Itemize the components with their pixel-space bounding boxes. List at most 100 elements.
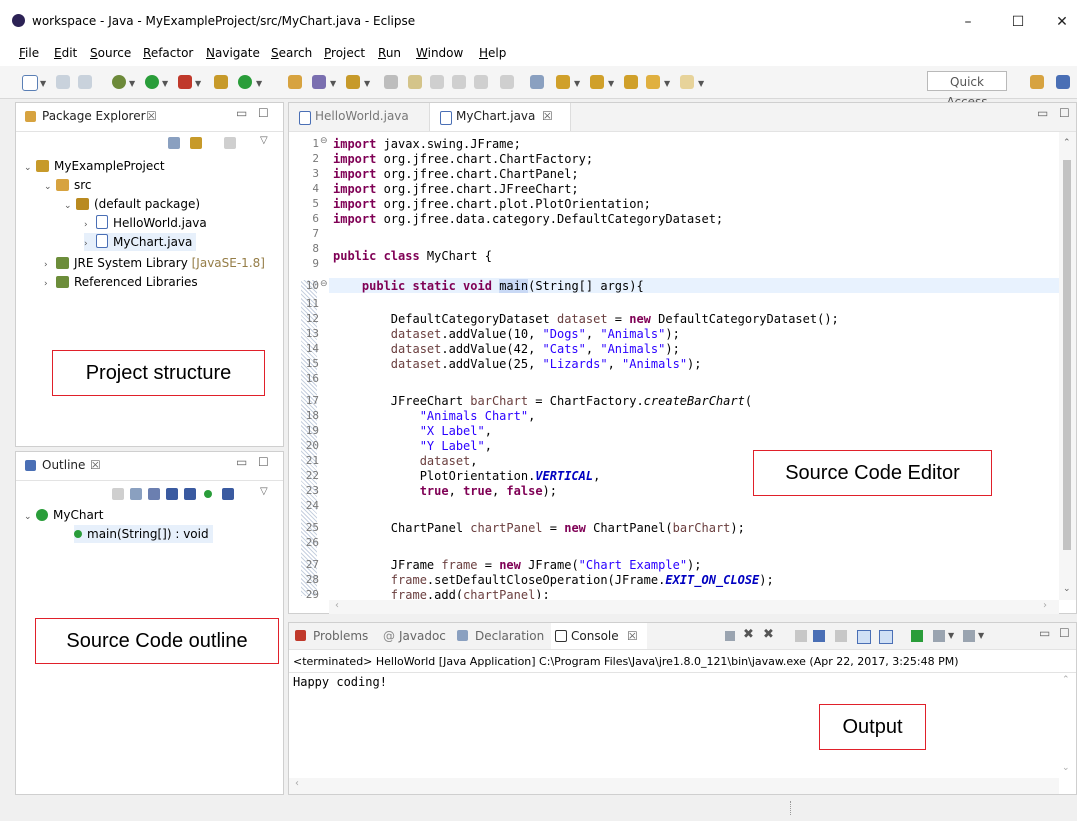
close-icon[interactable]: ☒	[542, 109, 553, 123]
fold-icon[interactable]: ⊖	[320, 279, 328, 289]
chevron-down-icon[interactable]: ▼	[608, 79, 614, 88]
menu-run[interactable]: Run	[378, 46, 401, 60]
fold-icon[interactable]: ⊖	[320, 136, 328, 146]
new-icon[interactable]	[22, 75, 38, 91]
word-wrap-icon[interactable]	[835, 630, 847, 642]
open-console-icon[interactable]	[963, 630, 975, 642]
search-icon[interactable]	[312, 75, 326, 89]
block-selection-icon[interactable]	[430, 75, 444, 89]
chevron-down-icon[interactable]: ⌄	[64, 197, 76, 215]
view-menu-icon[interactable]: ▽	[260, 135, 268, 146]
tab-declaration[interactable]: Declaration	[455, 623, 547, 649]
tab-problems[interactable]: Problems	[293, 623, 375, 649]
tree-item-default-package[interactable]: ⌄ (default package)	[64, 195, 200, 213]
chevron-down-icon[interactable]: ⌄	[24, 508, 36, 526]
tab-console[interactable]: Console ☒	[551, 623, 647, 649]
close-button[interactable]: ✕	[1042, 10, 1077, 34]
link-with-editor-icon[interactable]	[190, 137, 202, 149]
show-on-stdout-icon[interactable]	[857, 630, 871, 644]
remove-all-launches-icon[interactable]: ✖	[763, 627, 774, 642]
vertical-scrollbar[interactable]: ⌃ ⌄	[1059, 132, 1076, 600]
new-java-package-icon[interactable]	[214, 75, 228, 89]
menu-refactor[interactable]: Refactor	[143, 46, 193, 60]
show-on-stderr-icon[interactable]	[879, 630, 893, 644]
tree-item-src[interactable]: ⌄ src	[44, 176, 92, 194]
view-menu-icon[interactable]: ▽	[260, 486, 268, 497]
chevron-down-icon[interactable]: ▼	[364, 79, 370, 88]
new-java-class-icon[interactable]	[238, 75, 252, 89]
collapse-all-icon[interactable]	[130, 488, 142, 500]
chevron-down-icon[interactable]: ▼	[574, 79, 580, 88]
close-icon[interactable]: ☒	[146, 109, 157, 123]
show-whitespace-icon[interactable]	[474, 75, 488, 89]
forward-icon[interactable]	[680, 75, 694, 89]
word-wrap-icon[interactable]	[452, 75, 466, 89]
tab-javadoc[interactable]: @ Javadoc	[381, 623, 451, 649]
scroll-up-icon[interactable]: ⌃	[1063, 138, 1071, 148]
chevron-down-icon[interactable]: ▼	[330, 79, 336, 88]
hide-static-icon[interactable]	[184, 488, 196, 500]
pin-console-icon[interactable]	[911, 630, 923, 642]
menu-file[interactable]: File	[19, 46, 39, 60]
next-annotation-icon[interactable]	[556, 75, 570, 89]
chevron-down-icon[interactable]: ▼	[948, 631, 954, 640]
console-output[interactable]: Happy coding!	[293, 675, 387, 689]
menu-window[interactable]: Window	[416, 46, 463, 60]
maximize-view-icon[interactable]: ☐	[1059, 106, 1070, 120]
toggle-mark-icon[interactable]	[384, 75, 398, 89]
display-console-icon[interactable]	[933, 630, 945, 642]
chevron-down-icon[interactable]: ▼	[256, 79, 262, 88]
minimize-view-icon[interactable]: ▭	[1037, 106, 1048, 120]
sort-icon[interactable]	[148, 488, 160, 500]
hide-non-public-icon[interactable]	[204, 490, 212, 498]
chevron-down-icon[interactable]: ⌄	[24, 159, 36, 177]
source-code-text[interactable]: import javax.swing.JFrame; import org.jf…	[333, 137, 1063, 599]
chevron-down-icon[interactable]: ⌄	[44, 178, 56, 196]
editor-tab-helloworld[interactable]: HelloWorld.java	[289, 103, 429, 131]
quick-access-field[interactable]: Quick Access	[927, 71, 1007, 109]
save-all-icon[interactable]	[78, 75, 92, 89]
focus-icon[interactable]	[224, 137, 236, 149]
close-icon[interactable]: ☒	[627, 629, 638, 643]
scroll-down-icon[interactable]: ⌄	[1062, 763, 1070, 773]
outline-method-item[interactable]: main(String[]) : void	[74, 525, 213, 543]
run-icon[interactable]	[145, 75, 159, 89]
chevron-down-icon[interactable]: ▼	[162, 79, 168, 88]
chevron-right-icon[interactable]: ›	[84, 235, 96, 253]
horizontal-scrollbar[interactable]: ‹	[289, 778, 1059, 794]
tree-item-project[interactable]: ⌄ MyExampleProject	[24, 157, 165, 175]
menu-help[interactable]: Help	[479, 46, 506, 60]
annotation-icon[interactable]	[408, 75, 422, 89]
menu-edit[interactable]: Edit	[54, 46, 77, 60]
previous-annotation-icon[interactable]	[590, 75, 604, 89]
chevron-right-icon[interactable]: ›	[44, 275, 56, 293]
chevron-down-icon[interactable]: ▼	[195, 79, 201, 88]
chevron-down-icon[interactable]: ▼	[664, 79, 670, 88]
open-perspective-icon[interactable]	[1030, 75, 1044, 89]
tree-item-mychart[interactable]: › MyChart.java	[84, 233, 197, 253]
outline-title[interactable]: Outline	[42, 458, 85, 472]
horizontal-scrollbar[interactable]: ‹ ›	[329, 600, 1059, 614]
chevron-right-icon[interactable]: ›	[44, 256, 56, 274]
show-format-icon[interactable]	[500, 75, 514, 89]
scroll-right-icon[interactable]: ›	[1043, 600, 1047, 611]
close-icon[interactable]: ☒	[90, 458, 101, 472]
menu-navigate[interactable]: Navigate	[206, 46, 260, 60]
scroll-lock-icon[interactable]	[813, 630, 825, 642]
remove-launch-icon[interactable]: ✖	[743, 627, 754, 642]
scroll-left-icon[interactable]: ‹	[335, 600, 339, 611]
save-icon[interactable]	[56, 75, 70, 89]
debug-icon[interactable]	[112, 75, 126, 89]
menu-source[interactable]: Source	[90, 46, 131, 60]
scroll-left-icon[interactable]: ‹	[295, 778, 299, 789]
outline-class-item[interactable]: ⌄ MyChart	[24, 506, 103, 524]
java-perspective-icon[interactable]	[1056, 75, 1070, 89]
tree-item-helloworld[interactable]: › HelloWorld.java	[84, 214, 207, 232]
minimize-view-icon[interactable]: ▭	[1039, 626, 1050, 640]
chevron-down-icon[interactable]: ▼	[40, 79, 46, 88]
last-edit-icon[interactable]	[624, 75, 638, 89]
maximize-view-icon[interactable]: ☐	[258, 106, 269, 120]
maximize-view-icon[interactable]: ☐	[258, 455, 269, 469]
minimize-button[interactable]: –	[948, 10, 988, 34]
collapse-all-icon[interactable]	[168, 137, 180, 149]
